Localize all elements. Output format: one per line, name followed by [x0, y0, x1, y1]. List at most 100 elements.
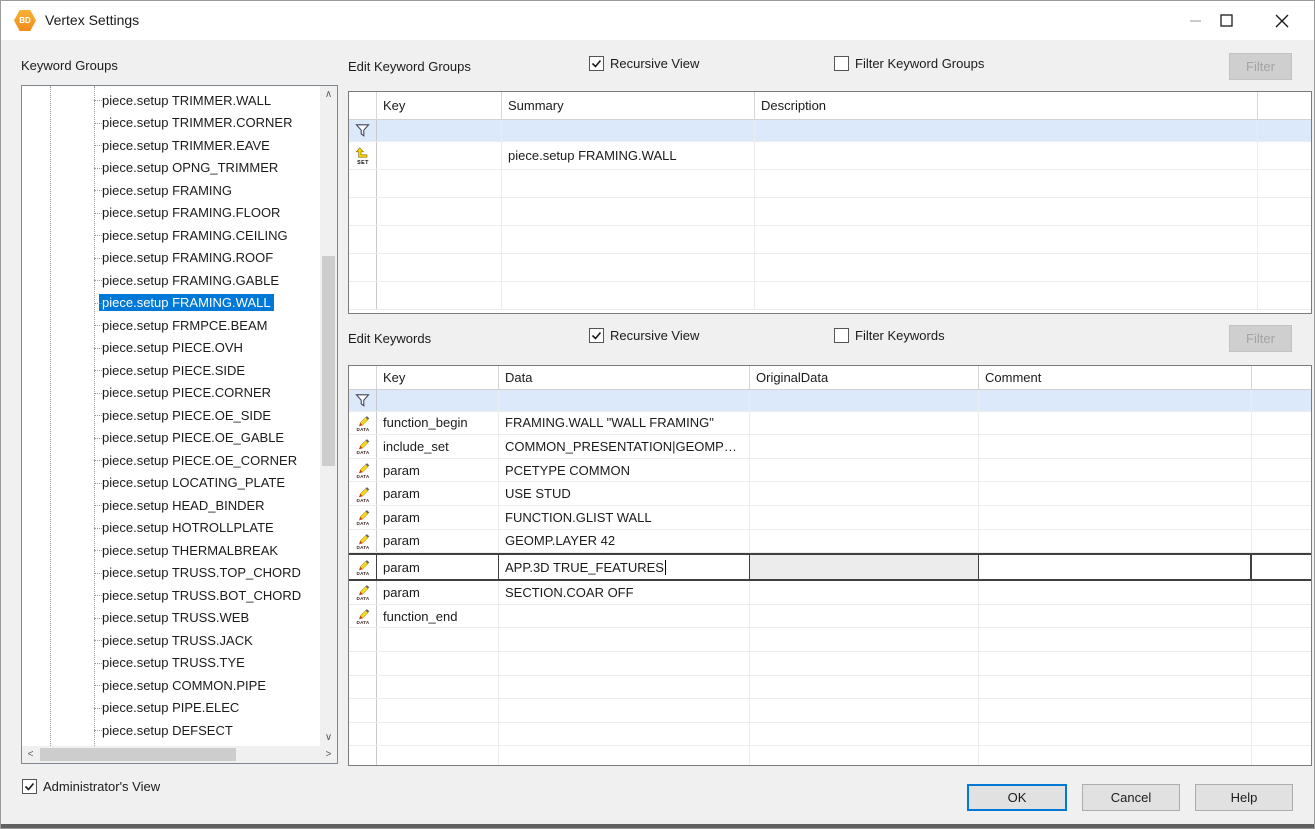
table-row[interactable]: DATAfunction_end: [349, 605, 1311, 629]
cell-key[interactable]: [377, 226, 502, 253]
cell-filler[interactable]: [1252, 581, 1311, 604]
cell-summary[interactable]: [502, 120, 755, 141]
tree-vertical-scrollbar[interactable]: ∧ ∨: [320, 86, 337, 746]
row-selector[interactable]: [349, 198, 377, 225]
cell-description[interactable]: [755, 254, 1258, 281]
empty-row[interactable]: [349, 746, 1311, 766]
column-header-comment[interactable]: Comment: [979, 366, 1252, 389]
cell-description[interactable]: [755, 142, 1258, 169]
tree-item[interactable]: piece.setup TRUSS.WEB: [22, 607, 320, 630]
cell-comment[interactable]: [979, 506, 1252, 529]
cell-key[interactable]: [377, 699, 499, 722]
cell-originaldata[interactable]: [750, 530, 979, 553]
cell-description[interactable]: [755, 282, 1258, 309]
cell-filler[interactable]: [1252, 652, 1311, 675]
cell-data[interactable]: [499, 652, 750, 675]
tree-item[interactable]: piece.setup TRIMMER.EAVE: [22, 134, 320, 157]
tree-item[interactable]: piece.setup PIECE.SIDE: [22, 359, 320, 382]
empty-row[interactable]: [349, 723, 1311, 747]
row-selector[interactable]: [349, 652, 377, 675]
empty-row[interactable]: [349, 198, 1311, 226]
cell-filler[interactable]: [1252, 723, 1311, 746]
cell-data[interactable]: [499, 628, 750, 651]
cell-data[interactable]: GEOMP.LAYER 42: [499, 530, 750, 553]
scroll-up-icon[interactable]: ∧: [320, 86, 337, 103]
administrators-view-checkbox[interactable]: Administrator's View: [22, 779, 160, 794]
tree-item[interactable]: piece.setup FRAMING.CEILING: [22, 224, 320, 247]
tree-item[interactable]: piece.setup TRUSS.JACK: [22, 629, 320, 652]
cell-filler[interactable]: [1258, 142, 1311, 169]
tree-item[interactable]: piece.setup TRUSS.BOT_CHORD: [22, 584, 320, 607]
row-selector[interactable]: [349, 746, 377, 766]
cell-originaldata[interactable]: [750, 412, 979, 435]
cell-summary[interactable]: [502, 226, 755, 253]
cell-filler[interactable]: [1258, 254, 1311, 281]
row-selector[interactable]: DATA: [349, 435, 377, 458]
cell-comment[interactable]: [979, 412, 1252, 435]
tree-item[interactable]: piece.setup PIECE.OVH: [22, 337, 320, 360]
cell-data[interactable]: [499, 699, 750, 722]
cell-comment[interactable]: [979, 459, 1252, 482]
row-selector[interactable]: SET: [349, 142, 377, 169]
tree-item[interactable]: piece.setup TRUSS.TOP_CHORD: [22, 562, 320, 585]
cell-description[interactable]: [755, 198, 1258, 225]
tree-item[interactable]: piece.setup FRAMING.GABLE: [22, 269, 320, 292]
tree-item[interactable]: piece.setup DEFSECT: [22, 719, 320, 742]
cell-originaldata[interactable]: [750, 628, 979, 651]
row-selector[interactable]: [349, 390, 377, 411]
empty-row[interactable]: [349, 170, 1311, 198]
row-selector[interactable]: DATA: [349, 506, 377, 529]
row-selector[interactable]: [349, 723, 377, 746]
cell-summary[interactable]: [502, 198, 755, 225]
cell-filler[interactable]: [1252, 555, 1311, 579]
cell-comment[interactable]: [979, 652, 1252, 675]
cell-data[interactable]: [499, 676, 750, 699]
tree-item[interactable]: piece.setup FRAMING: [22, 179, 320, 202]
recursive-view-groups-checkbox[interactable]: Recursive View: [589, 56, 699, 71]
cell-description[interactable]: [755, 120, 1258, 141]
row-selector[interactable]: DATA: [349, 605, 377, 628]
row-selector-header[interactable]: [349, 366, 377, 389]
cell-data[interactable]: [499, 605, 750, 628]
cell-key[interactable]: function_end: [377, 605, 499, 628]
cell-filler[interactable]: [1258, 282, 1311, 309]
scroll-left-icon[interactable]: <: [22, 746, 39, 763]
close-button[interactable]: [1259, 1, 1304, 40]
cell-filler[interactable]: [1258, 226, 1311, 253]
cell-originaldata[interactable]: [750, 746, 979, 766]
row-selector[interactable]: [349, 676, 377, 699]
row-selector[interactable]: [349, 254, 377, 281]
row-selector[interactable]: DATA: [349, 555, 377, 579]
tree-item[interactable]: piece.setup PIECE.OE_GABLE: [22, 427, 320, 450]
row-selector[interactable]: DATA: [349, 530, 377, 553]
cell-comment[interactable]: [979, 482, 1252, 505]
cell-comment[interactable]: [979, 699, 1252, 722]
row-selector[interactable]: [349, 226, 377, 253]
cell-key[interactable]: [377, 723, 499, 746]
cell-originaldata[interactable]: [750, 459, 979, 482]
cell-filler[interactable]: [1252, 628, 1311, 651]
cell-comment[interactable]: [979, 435, 1252, 458]
keyword-groups-tree[interactable]: piece.setup TRIMMER.WALLpiece.setup TRIM…: [21, 85, 338, 764]
keyword-groups-table[interactable]: KeySummaryDescriptionSETpiece.setup FRAM…: [348, 91, 1312, 314]
filter-keywords-checkbox[interactable]: Filter Keywords: [834, 328, 945, 343]
cell-comment[interactable]: [979, 628, 1252, 651]
cell-filler[interactable]: [1252, 605, 1311, 628]
cell-data[interactable]: [499, 746, 750, 766]
cell-key[interactable]: [377, 676, 499, 699]
row-selector[interactable]: [349, 282, 377, 309]
cell-originaldata[interactable]: [750, 581, 979, 604]
tree-item[interactable]: piece.setup LOCATING_PLATE: [22, 472, 320, 495]
column-header-filler[interactable]: [1252, 366, 1311, 389]
cell-comment[interactable]: [979, 555, 1252, 579]
cell-filler[interactable]: [1258, 170, 1311, 197]
column-header-originaldata[interactable]: OriginalData: [750, 366, 979, 389]
ok-button[interactable]: OK: [967, 784, 1067, 811]
maximize-button[interactable]: [1204, 1, 1249, 40]
cell-summary[interactable]: piece.setup FRAMING.WALL: [502, 142, 755, 169]
empty-row[interactable]: [349, 282, 1311, 310]
column-header-data[interactable]: Data: [499, 366, 750, 389]
cell-originaldata[interactable]: [750, 390, 979, 411]
cell-data[interactable]: FRAMING.WALL "WALL FRAMING": [499, 412, 750, 435]
cell-data[interactable]: [499, 723, 750, 746]
